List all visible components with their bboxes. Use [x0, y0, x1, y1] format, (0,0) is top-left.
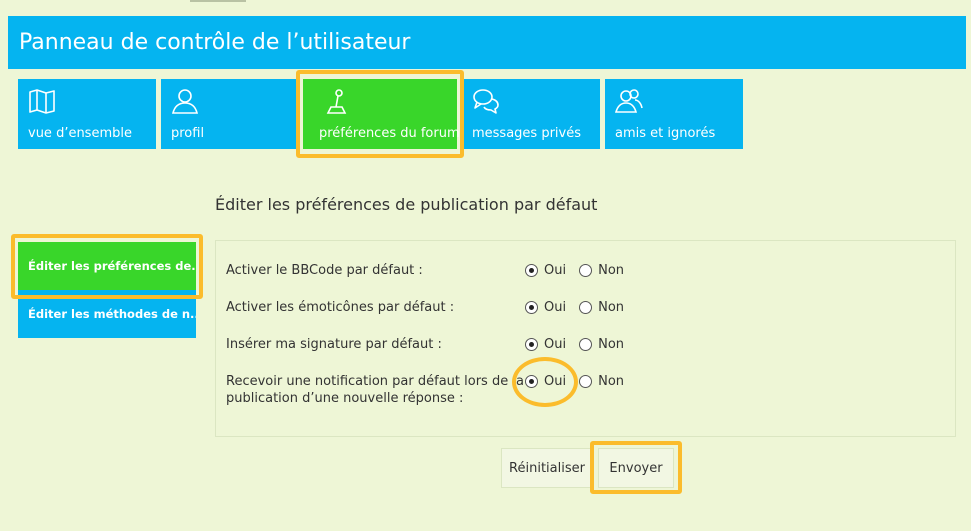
top-divider [190, 0, 246, 2]
bbcode-label: Activer le BBCode par défaut : [226, 263, 423, 278]
users-icon [614, 87, 643, 115]
smilies-no-radio[interactable] [579, 301, 593, 314]
tab-private-messages[interactable]: messages privés [462, 79, 600, 149]
yes-label: Oui [544, 337, 567, 352]
notify-label: Recevoir une notification par défaut lor… [226, 373, 524, 407]
no-label: Non [598, 263, 625, 278]
tab-profile[interactable]: profil [161, 79, 299, 149]
sidebar-item-notification-methods[interactable]: Éditer les méthodes de n... [18, 290, 196, 338]
user-icon [171, 87, 199, 115]
tab-label: préférences du forum [319, 126, 460, 141]
signature-no-radio[interactable] [579, 338, 593, 351]
tab-friends-foes[interactable]: amis et ignorés [605, 79, 743, 149]
joystick-icon [323, 87, 351, 115]
tab-forum-preferences[interactable]: préférences du forum [303, 79, 460, 149]
sidebar-item-posting-preferences[interactable]: Éditer les préférences de... [18, 242, 196, 290]
notify-yes-radio[interactable] [525, 375, 538, 388]
notify-label-line2: publication d’une nouvelle réponse : [226, 391, 464, 406]
notify-no-radio[interactable] [579, 375, 593, 388]
bbcode-radio-group: Oui Non [525, 263, 637, 278]
reset-button[interactable]: Réinitialiser [501, 448, 593, 488]
section-title: Éditer les préférences de publication pa… [215, 195, 598, 214]
sidebar-item-label: Éditer les préférences de... [28, 259, 196, 273]
smilies-yes-radio[interactable] [525, 301, 538, 314]
no-label: Non [598, 337, 625, 352]
bbcode-yes-radio[interactable] [525, 264, 538, 277]
tab-label: profil [171, 126, 205, 141]
smilies-radio-group: Oui Non [525, 300, 637, 315]
signature-label: Insérer ma signature par défaut : [226, 337, 442, 352]
no-label: Non [598, 300, 625, 315]
tab-label: amis et ignorés [615, 126, 716, 141]
notify-label-line1: Recevoir une notification par défaut lor… [226, 374, 524, 389]
tab-overview[interactable]: vue d’ensemble [18, 79, 156, 149]
signature-yes-radio[interactable] [525, 338, 538, 351]
submit-button[interactable]: Envoyer [598, 448, 674, 488]
smilies-label: Activer les émoticônes par défaut : [226, 300, 455, 315]
yes-label: Oui [544, 263, 567, 278]
bbcode-no-radio[interactable] [579, 264, 593, 277]
signature-radio-group: Oui Non [525, 337, 637, 352]
chat-bubbles-icon [472, 87, 500, 115]
no-label: Non [598, 374, 625, 389]
notify-radio-group: Oui Non [525, 374, 637, 389]
tab-label: messages privés [472, 126, 582, 141]
page-title-text: Panneau de contrôle de l’utilisateur [19, 30, 411, 55]
page-title: Panneau de contrôle de l’utilisateur [8, 16, 966, 69]
yes-label: Oui [544, 374, 567, 389]
yes-label: Oui [544, 300, 567, 315]
sidebar-item-label: Éditer les méthodes de n... [28, 307, 196, 321]
map-icon [28, 87, 56, 115]
tab-label: vue d’ensemble [28, 126, 132, 141]
